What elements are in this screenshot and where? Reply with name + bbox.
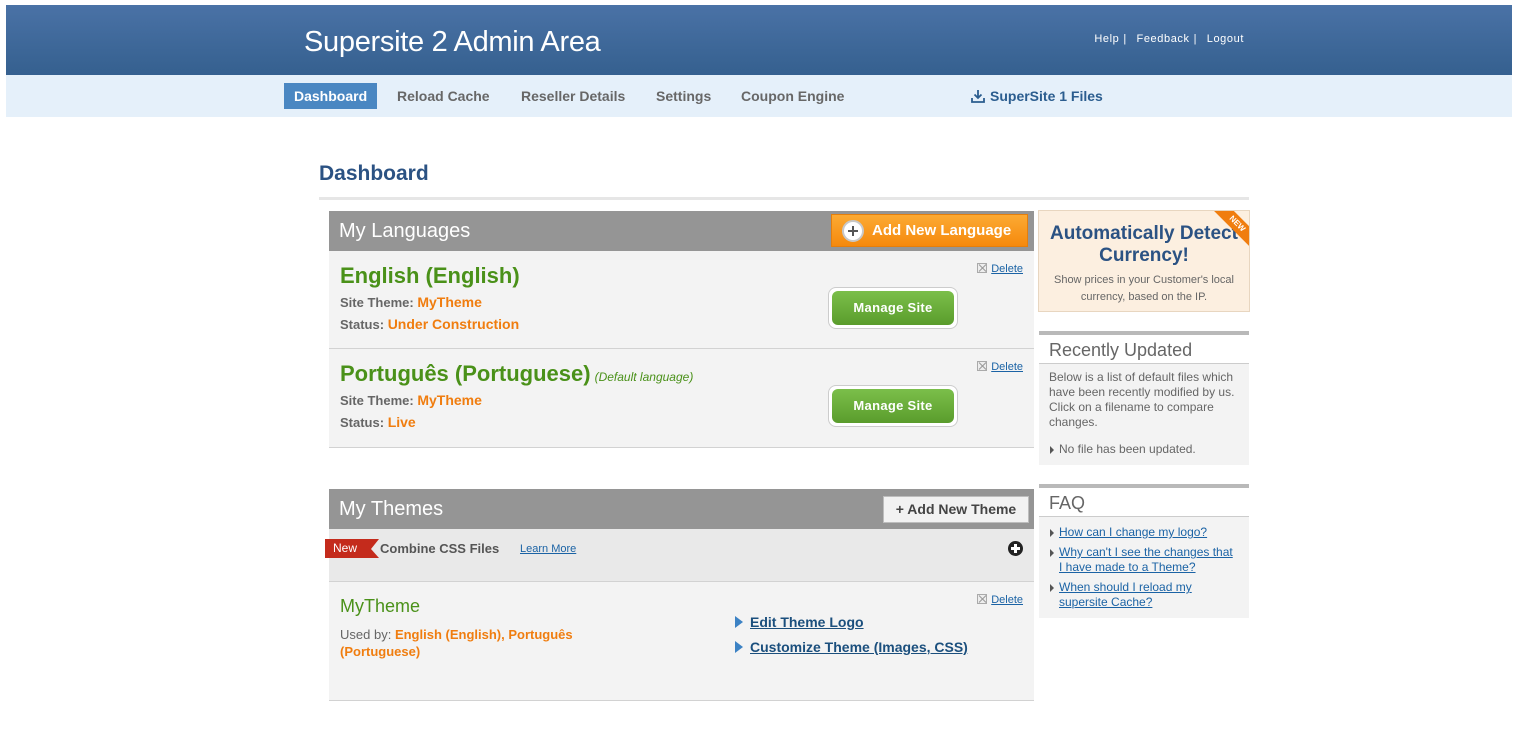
- default-language-note: (Default language): [594, 370, 694, 384]
- status-line: Status: Live: [340, 414, 416, 430]
- customize-theme-link[interactable]: Customize Theme (Images, CSS): [735, 639, 968, 655]
- language-name-text: English (English): [340, 263, 520, 288]
- logout-link[interactable]: Logout: [1207, 33, 1244, 45]
- used-by-line: Used by: English (English), Português (P…: [340, 626, 630, 660]
- customize-theme-label: Customize Theme (Images, CSS): [750, 639, 968, 655]
- faq-title: FAQ: [1039, 488, 1249, 517]
- status-label: Status:: [340, 317, 385, 332]
- add-language-button[interactable]: Add New Language: [831, 214, 1028, 247]
- nav-reload-cache[interactable]: Reload Cache: [387, 83, 500, 109]
- theme-row: MyTheme Used by: English (English), Port…: [329, 582, 1034, 701]
- language-name: Português (Portuguese) (Default language): [340, 361, 693, 387]
- faq-item: When should I reload my supersite Cache?: [1049, 580, 1239, 610]
- recently-updated-box: Recently Updated Below is a list of defa…: [1039, 331, 1249, 465]
- top-links: Help | Feedback | Logout: [1094, 33, 1244, 45]
- language-row: English (English) Site Theme: MyTheme St…: [329, 251, 1034, 349]
- theme-delete-link[interactable]: Delete: [977, 594, 1023, 606]
- site-theme-value: MyTheme: [417, 294, 482, 310]
- site-theme-value: MyTheme: [417, 392, 482, 408]
- languages-title: My Languages: [339, 220, 471, 242]
- faq-item: Why can't I see the changes that I have …: [1049, 545, 1239, 575]
- manage-site-label: Manage Site: [832, 389, 954, 423]
- manage-site-button[interactable]: Manage Site: [828, 385, 958, 427]
- currency-promo[interactable]: NEW Automatically Detect Currency! Show …: [1038, 210, 1250, 312]
- used-by-label: Used by:: [340, 627, 392, 642]
- learn-more-link[interactable]: Learn More: [520, 543, 576, 555]
- arrow-right-icon: [735, 641, 743, 653]
- manage-site-button[interactable]: Manage Site: [828, 287, 958, 329]
- title-divider: [319, 197, 1249, 200]
- top-header: Supersite 2 Admin Area Help | Feedback | L…: [6, 5, 1512, 75]
- delete-icon: [977, 361, 988, 371]
- themes-header: My Themes + Add New Theme: [329, 489, 1034, 529]
- new-badge: New: [325, 539, 379, 558]
- no-files-note: No file has been updated.: [1049, 442, 1239, 457]
- delete-icon: [977, 263, 988, 273]
- help-link[interactable]: Help: [1094, 33, 1119, 45]
- faq-link[interactable]: How can I change my logo?: [1059, 525, 1207, 539]
- language-name: English (English): [340, 263, 520, 289]
- status-value: Live: [387, 414, 416, 430]
- language-row: Português (Portuguese) (Default language)…: [329, 349, 1034, 448]
- site-theme-line: Site Theme: MyTheme: [340, 392, 482, 408]
- recently-updated-text: Below is a list of default files which h…: [1049, 370, 1235, 429]
- delete-label: Delete: [991, 594, 1023, 606]
- nav-supersite1-files[interactable]: SuperSite 1 Files: [961, 83, 1113, 109]
- app-title: Supersite 2 Admin Area: [304, 26, 601, 58]
- promo-text: Show prices in your Customer's local cur…: [1053, 274, 1234, 303]
- site-theme-label: Site Theme:: [340, 393, 414, 408]
- status-line: Status: Under Construction: [340, 316, 519, 332]
- manage-site-label: Manage Site: [832, 291, 954, 325]
- download-icon: [971, 85, 985, 111]
- arrow-right-icon: [735, 616, 743, 628]
- site-theme-label: Site Theme:: [340, 295, 414, 310]
- languages-header: My Languages Add New Language: [329, 211, 1034, 251]
- faq-link[interactable]: When should I reload my supersite Cache?: [1059, 580, 1192, 609]
- nav-dashboard[interactable]: Dashboard: [284, 83, 378, 109]
- theme-name: MyTheme: [340, 596, 421, 616]
- edit-theme-logo-link[interactable]: Edit Theme Logo: [735, 614, 864, 630]
- combine-css-row: New Combine CSS Files Learn More: [325, 529, 1034, 582]
- main-nav: Dashboard Reload Cache Reseller Details …: [6, 75, 1512, 117]
- delete-label: Delete: [991, 361, 1023, 373]
- status-value: Under Construction: [387, 316, 520, 332]
- faq-link[interactable]: Why can't I see the changes that I have …: [1059, 545, 1233, 574]
- combine-css-label: Combine CSS Files: [380, 541, 500, 556]
- feedback-link[interactable]: Feedback: [1137, 33, 1190, 45]
- language-name-text: Português (Portuguese): [340, 361, 591, 386]
- delete-link[interactable]: Delete: [977, 263, 1023, 275]
- promo-headline: Automatically Detect Currency!: [1050, 223, 1238, 266]
- delete-link[interactable]: Delete: [977, 361, 1023, 373]
- expand-plus-icon[interactable]: [1008, 541, 1023, 556]
- site-theme-line: Site Theme: MyTheme: [340, 294, 482, 310]
- status-label: Status:: [340, 415, 385, 430]
- link-separator: |: [1193, 33, 1198, 45]
- edit-theme-logo-label: Edit Theme Logo: [750, 614, 864, 630]
- add-theme-button[interactable]: + Add New Theme: [883, 496, 1029, 523]
- delete-label: Delete: [991, 263, 1023, 275]
- nav-coupon-engine[interactable]: Coupon Engine: [731, 83, 854, 109]
- add-language-label: Add New Language: [872, 222, 1012, 239]
- nav-settings[interactable]: Settings: [646, 83, 721, 109]
- themes-title: My Themes: [339, 498, 444, 520]
- nav-supersite1-files-label: SuperSite 1 Files: [990, 88, 1103, 104]
- plus-circle-icon: [842, 220, 864, 242]
- page-title: Dashboard: [319, 162, 429, 185]
- recently-updated-title: Recently Updated: [1039, 335, 1249, 364]
- delete-icon: [977, 594, 988, 604]
- faq-item: How can I change my logo?: [1049, 525, 1239, 540]
- nav-reseller-details[interactable]: Reseller Details: [511, 83, 635, 109]
- faq-box: FAQ How can I change my logo? Why can't …: [1039, 484, 1249, 618]
- link-separator: |: [1123, 33, 1127, 45]
